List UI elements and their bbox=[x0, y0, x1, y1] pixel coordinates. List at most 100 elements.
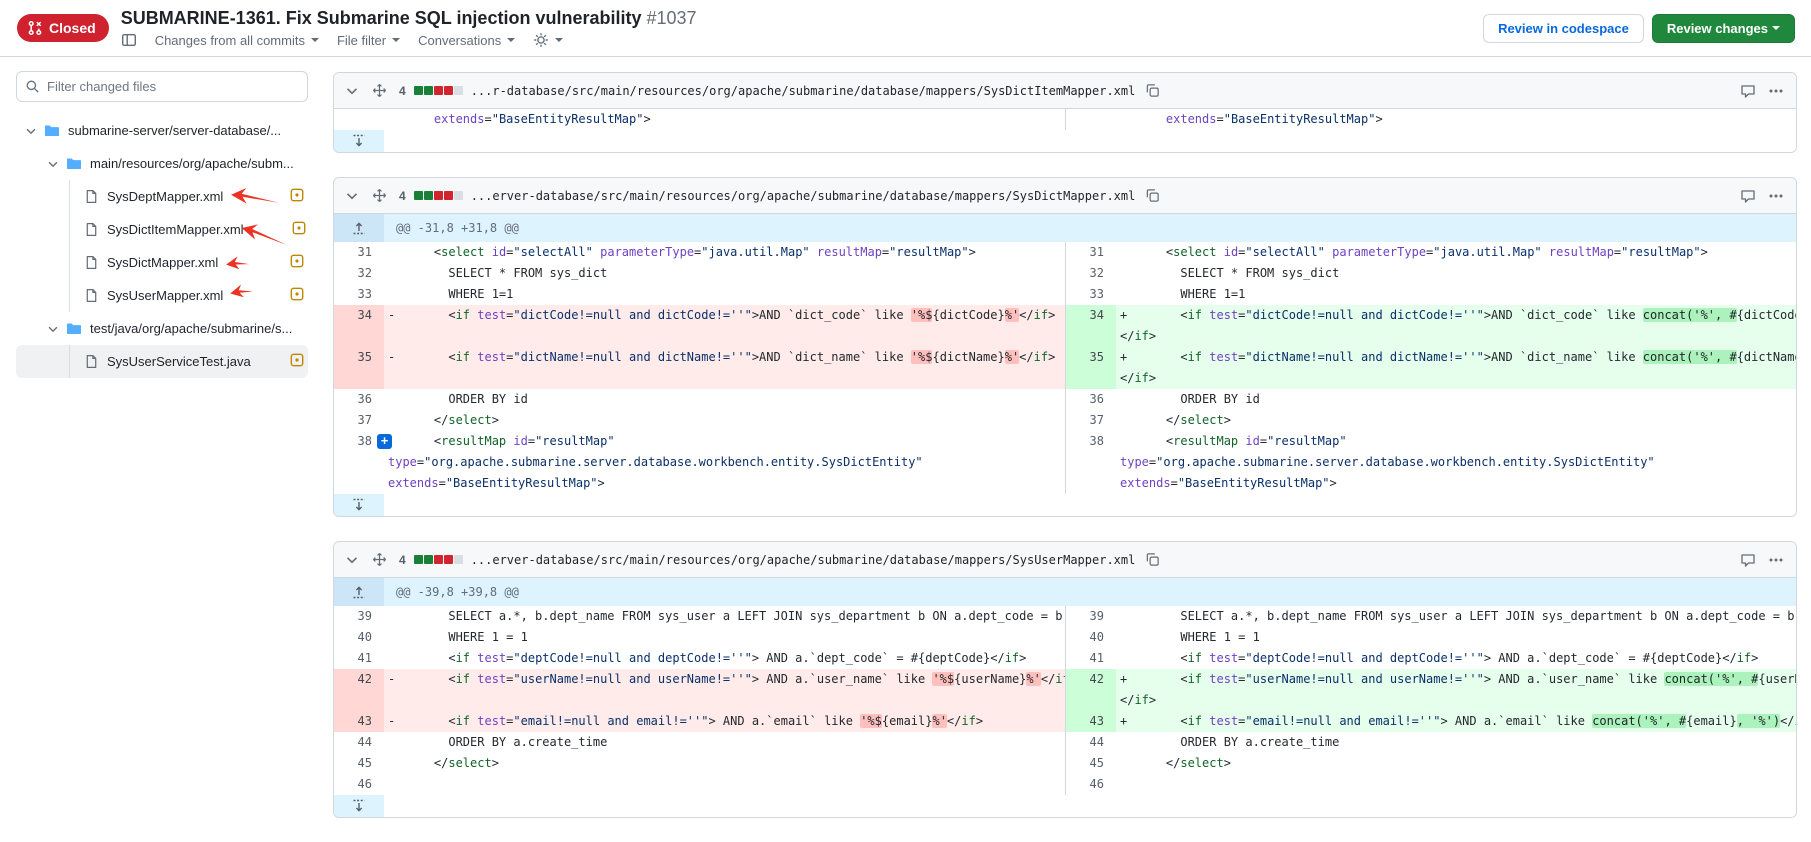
code-line[interactable]: ORDER BY id bbox=[384, 389, 1065, 410]
code-line[interactable]: WHERE 1=1 bbox=[1116, 284, 1796, 305]
tree-file-sysdictmapper-xml[interactable]: SysDictMapper.xml bbox=[16, 246, 308, 279]
comment-button[interactable] bbox=[1738, 186, 1758, 206]
collapse-file-button[interactable] bbox=[342, 550, 362, 570]
expand-hunk-up-button[interactable] bbox=[334, 578, 384, 606]
add-comment-button[interactable]: + bbox=[377, 434, 392, 449]
code-line[interactable]: - <if test="userName!=null and userName!… bbox=[384, 669, 1065, 711]
conversations-dropdown[interactable]: Conversations bbox=[418, 33, 515, 48]
line-number[interactable]: 43 bbox=[334, 711, 384, 732]
line-number[interactable]: 43 bbox=[1066, 711, 1116, 732]
code-line[interactable]: extends="BaseEntityResultMap"> bbox=[384, 109, 1065, 130]
code-line[interactable]: + <if test="userName!=null and userName!… bbox=[1116, 669, 1796, 711]
tree-folder-submarine-server-server-database[interactable]: submarine-server/server-database/... bbox=[16, 114, 308, 147]
review-changes-button[interactable]: Review changes bbox=[1652, 14, 1795, 43]
tree-folder-test-java-org-apache-submarine-s[interactable]: test/java/org/apache/submarine/s... bbox=[16, 312, 308, 345]
copy-path-button[interactable] bbox=[1143, 81, 1162, 100]
line-number[interactable]: 39 bbox=[334, 606, 384, 627]
line-number[interactable]: 42 bbox=[334, 669, 384, 711]
diff-settings-dropdown[interactable] bbox=[533, 32, 563, 48]
code-line[interactable]: + <if test="email!=null and email!=''"> … bbox=[1116, 711, 1796, 732]
line-number[interactable]: 41 bbox=[1066, 648, 1116, 669]
line-number[interactable]: 36 bbox=[334, 389, 384, 410]
file-options-kebab-button[interactable] bbox=[1766, 81, 1786, 101]
drag-handle[interactable] bbox=[370, 550, 389, 569]
line-number[interactable]: 38+ bbox=[334, 431, 384, 494]
line-number[interactable]: 40 bbox=[1066, 627, 1116, 648]
file-options-kebab-button[interactable] bbox=[1766, 186, 1786, 206]
code-line[interactable]: WHERE 1=1 bbox=[384, 284, 1065, 305]
line-number[interactable]: 31 bbox=[334, 242, 384, 263]
line-number[interactable]: 44 bbox=[334, 732, 384, 753]
code-line[interactable]: <if test="deptCode!=null and deptCode!='… bbox=[1116, 648, 1796, 669]
drag-handle[interactable] bbox=[370, 186, 389, 205]
tree-file-sysuserservicetest-java[interactable]: SysUserServiceTest.java bbox=[16, 345, 308, 378]
expand-down-button[interactable] bbox=[334, 494, 384, 516]
tree-file-sysdictitemmapper-xml[interactable]: SysDictItemMapper.xml bbox=[16, 213, 308, 246]
line-number[interactable] bbox=[334, 109, 384, 130]
code-line[interactable]: SELECT * FROM sys_dict bbox=[384, 263, 1065, 284]
code-line[interactable]: extends="BaseEntityResultMap"> bbox=[1116, 109, 1796, 130]
code-line[interactable]: </select> bbox=[1116, 753, 1796, 774]
line-number[interactable]: 37 bbox=[1066, 410, 1116, 431]
line-number[interactable]: 45 bbox=[334, 753, 384, 774]
line-number[interactable]: 36 bbox=[1066, 389, 1116, 410]
code-line[interactable]: - <if test="dictCode!=null and dictCode!… bbox=[384, 305, 1065, 347]
code-line[interactable] bbox=[1116, 774, 1796, 795]
collapse-sidebar-button[interactable] bbox=[121, 32, 137, 48]
collapse-file-button[interactable] bbox=[342, 186, 362, 206]
code-line[interactable]: + <if test="dictCode!=null and dictCode!… bbox=[1116, 305, 1796, 347]
comment-button[interactable] bbox=[1738, 81, 1758, 101]
line-number[interactable]: 37 bbox=[334, 410, 384, 431]
copy-path-button[interactable] bbox=[1143, 186, 1162, 205]
line-number[interactable]: 34 bbox=[1066, 305, 1116, 347]
file-filter-dropdown[interactable]: File filter bbox=[337, 33, 400, 48]
code-line[interactable]: <resultMap id="resultMap"type="org.apach… bbox=[384, 431, 1065, 494]
code-line[interactable]: SELECT a.*, b.dept_name FROM sys_user a … bbox=[1116, 606, 1796, 627]
line-number[interactable]: 33 bbox=[1066, 284, 1116, 305]
expand-down-button[interactable] bbox=[334, 130, 384, 152]
code-line[interactable]: WHERE 1 = 1 bbox=[384, 627, 1065, 648]
code-line[interactable]: ORDER BY id bbox=[1116, 389, 1796, 410]
expand-hunk-up-button[interactable] bbox=[334, 214, 384, 242]
tree-folder-main-resources-org-apache-subm[interactable]: main/resources/org/apache/subm... bbox=[16, 147, 308, 180]
code-line[interactable]: SELECT * FROM sys_dict bbox=[1116, 263, 1796, 284]
line-number[interactable]: 45 bbox=[1066, 753, 1116, 774]
drag-handle[interactable] bbox=[370, 81, 389, 100]
code-line[interactable]: <select id="selectAll" parameterType="ja… bbox=[1116, 242, 1796, 263]
code-line[interactable]: </select> bbox=[384, 410, 1065, 431]
file-options-kebab-button[interactable] bbox=[1766, 550, 1786, 570]
code-line[interactable]: </select> bbox=[384, 753, 1065, 774]
line-number[interactable]: 35 bbox=[334, 347, 384, 389]
code-line[interactable]: <resultMap id="resultMap"type="org.apach… bbox=[1116, 431, 1796, 494]
line-number[interactable]: 35 bbox=[1066, 347, 1116, 389]
code-line[interactable]: + <if test="dictName!=null and dictName!… bbox=[1116, 347, 1796, 389]
code-line[interactable]: ORDER BY a.create_time bbox=[384, 732, 1065, 753]
copy-path-button[interactable] bbox=[1143, 550, 1162, 569]
line-number[interactable]: 32 bbox=[1066, 263, 1116, 284]
code-line[interactable]: ORDER BY a.create_time bbox=[1116, 732, 1796, 753]
tree-file-sysusermapper-xml[interactable]: SysUserMapper.xml bbox=[16, 279, 308, 312]
code-line[interactable]: - <if test="email!=null and email!=''"> … bbox=[384, 711, 1065, 732]
collapse-file-button[interactable] bbox=[342, 81, 362, 101]
line-number[interactable]: 46 bbox=[334, 774, 384, 795]
line-number[interactable]: 32 bbox=[334, 263, 384, 284]
line-number[interactable]: 31 bbox=[1066, 242, 1116, 263]
code-line[interactable]: <if test="deptCode!=null and deptCode!='… bbox=[384, 648, 1065, 669]
code-line[interactable]: </select> bbox=[1116, 410, 1796, 431]
line-number[interactable] bbox=[1066, 109, 1116, 130]
code-line[interactable] bbox=[384, 774, 1065, 795]
line-number[interactable]: 38 bbox=[1066, 431, 1116, 494]
line-number[interactable]: 40 bbox=[334, 627, 384, 648]
filter-changed-files-input[interactable] bbox=[16, 71, 308, 102]
code-line[interactable]: WHERE 1 = 1 bbox=[1116, 627, 1796, 648]
changes-from-commits-dropdown[interactable]: Changes from all commits bbox=[155, 33, 319, 48]
tree-file-sysdeptmapper-xml[interactable]: SysDeptMapper.xml bbox=[16, 180, 308, 213]
code-line[interactable]: <select id="selectAll" parameterType="ja… bbox=[384, 242, 1065, 263]
line-number[interactable]: 46 bbox=[1066, 774, 1116, 795]
comment-button[interactable] bbox=[1738, 550, 1758, 570]
line-number[interactable]: 41 bbox=[334, 648, 384, 669]
line-number[interactable]: 39 bbox=[1066, 606, 1116, 627]
line-number[interactable]: 42 bbox=[1066, 669, 1116, 711]
code-line[interactable]: - <if test="dictName!=null and dictName!… bbox=[384, 347, 1065, 389]
review-in-codespace-button[interactable]: Review in codespace bbox=[1483, 14, 1644, 43]
